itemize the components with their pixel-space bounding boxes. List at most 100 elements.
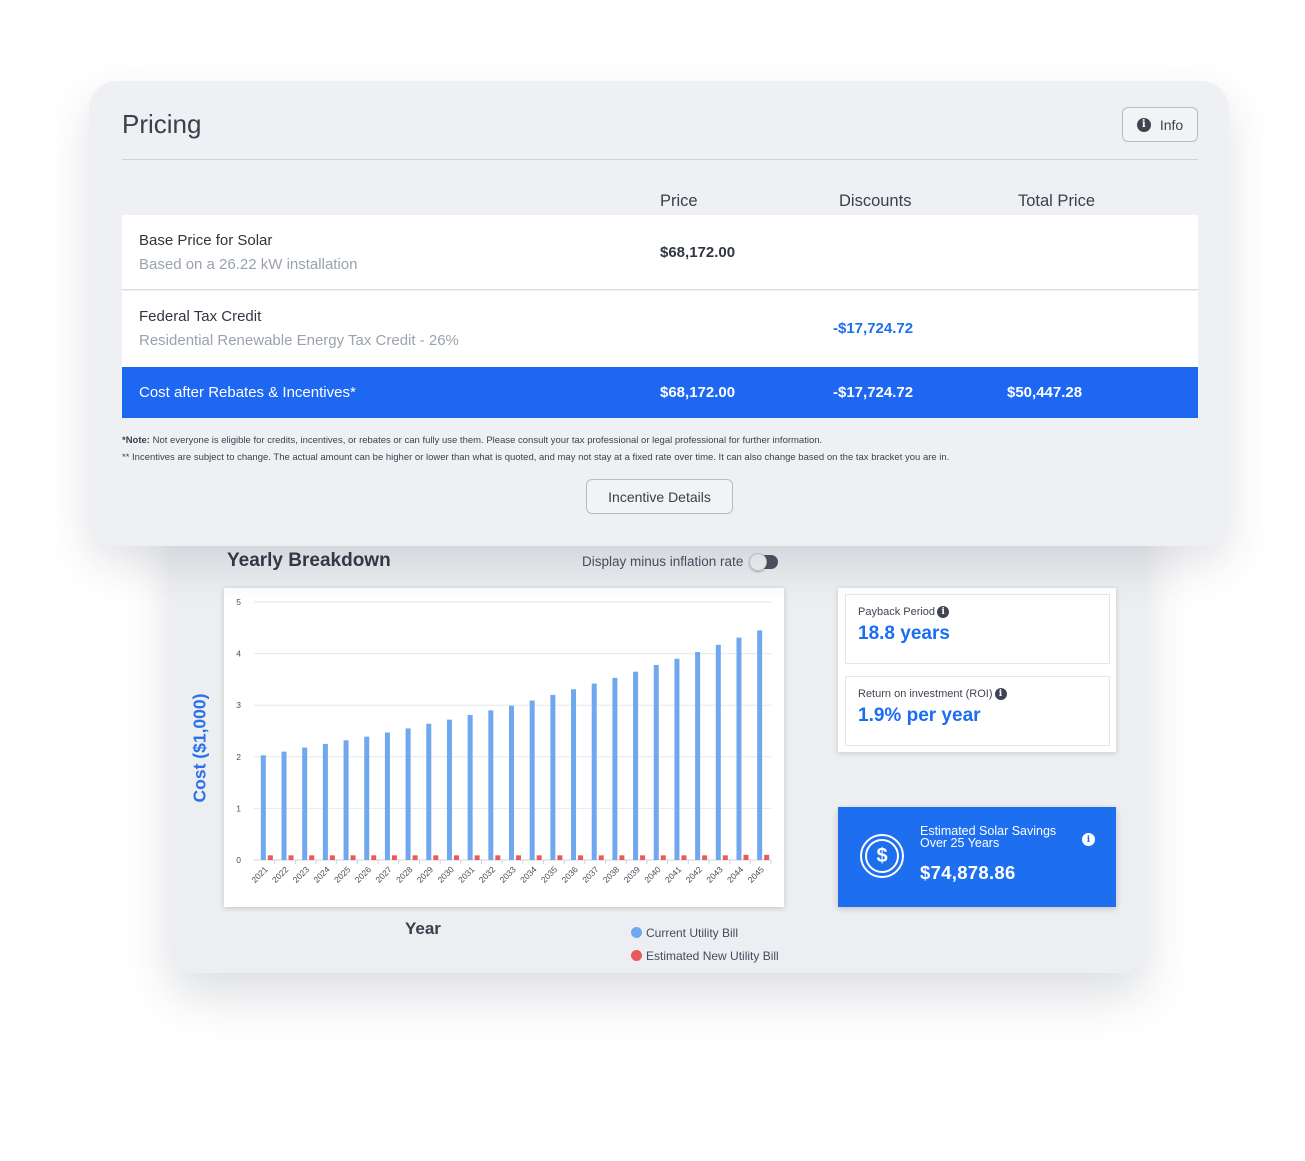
metrics-panel: Payback Period i 18.8 years Return on in…: [838, 588, 1116, 752]
bar-current-bill: [322, 743, 328, 860]
column-header-discounts: Discounts: [839, 192, 912, 210]
x-tick-label: 2036: [560, 864, 581, 885]
pricing-card: Pricing i Info Price Discounts Total Pri…: [89, 81, 1229, 546]
column-header-price: Price: [660, 192, 698, 210]
x-tick-label: 2043: [704, 864, 725, 885]
x-tick-label: 2026: [353, 864, 374, 885]
note-eligibility-text: Not everyone is eligible for credits, in…: [149, 435, 823, 446]
bar-new-bill: [764, 854, 770, 860]
y-axis-label-text: Cost ($1,000): [189, 693, 210, 803]
y-tick-label: 2: [236, 752, 241, 762]
bar-new-bill: [453, 855, 459, 860]
title-divider: [122, 159, 1198, 160]
bar-current-bill: [653, 664, 659, 860]
incentive-details-button[interactable]: Incentive Details: [586, 479, 733, 514]
inflation-toggle[interactable]: [749, 552, 779, 571]
bar-current-bill: [695, 652, 701, 860]
x-tick-label: 2031: [456, 864, 477, 885]
legend-label-current: Current Utility Bill: [646, 925, 739, 940]
x-tick-label: 2022: [270, 864, 291, 885]
info-button-label: Info: [1159, 116, 1184, 133]
dollar-symbol: $: [865, 839, 899, 873]
solar-savings-card: $ Estimated Solar Savings Over 25 Years …: [838, 807, 1116, 907]
column-header-total: Total Price: [1018, 192, 1096, 210]
x-tick-label: 2032: [477, 864, 498, 885]
info-button[interactable]: i Info: [1122, 107, 1198, 142]
bar-new-bill: [412, 855, 418, 860]
chart-panel: 0 1 2 3 4 5 2021 2022 2023 2024 2025 2026 2027 2028 20…: [224, 588, 784, 907]
x-tick-label: 2029: [415, 864, 436, 885]
bar-current-bill: [736, 637, 742, 860]
bar-new-bill: [391, 855, 397, 860]
x-axis-label: Year: [405, 919, 441, 938]
row-title: Federal Tax Credit: [139, 308, 262, 325]
legend-item-current[interactable]: Current Utility Bill: [631, 921, 779, 944]
x-tick-label: 2042: [684, 864, 705, 885]
x-tick-label: 2035: [539, 864, 560, 885]
yearly-breakdown-title: Yearly Breakdown: [227, 550, 391, 571]
info-icon: i: [1136, 117, 1151, 132]
legend-label-new: Estimated New Utility Bill: [646, 948, 779, 963]
bar-current-bill: [281, 751, 287, 860]
roi-label-row: Return on investment (ROI) i: [858, 688, 1109, 700]
bar-new-bill: [722, 855, 728, 860]
bar-new-bill: [288, 855, 294, 860]
total-row-discount: -$17,724.72: [833, 384, 914, 401]
bar-current-bill: [550, 694, 556, 860]
bar-new-bill: [660, 855, 666, 860]
x-tick-label: 2023: [291, 864, 312, 885]
bar-current-bill: [405, 728, 411, 860]
legend-dot-new: [631, 950, 642, 961]
note-incentives: ** Incentives are subject to change. The…: [122, 452, 950, 463]
bar-current-bill: [757, 630, 763, 860]
x-tick-label: 2027: [373, 864, 394, 885]
row-price: $68,172.00: [660, 244, 736, 261]
bar-new-bill: [309, 855, 315, 860]
bar-new-bill: [516, 855, 521, 860]
x-tick-label: 2024: [311, 864, 332, 885]
x-tick-label: 2021: [249, 864, 270, 885]
bar-current-bill: [426, 723, 432, 860]
bar-current-bill: [529, 700, 535, 860]
row-discount: -$17,724.72: [833, 320, 914, 337]
bar-current-bill: [260, 755, 266, 860]
x-tick-label: 2044: [725, 864, 746, 885]
roi-label: Return on investment (ROI): [858, 688, 993, 700]
row-title: Base Price for Solar: [139, 232, 273, 249]
bar-current-bill: [715, 644, 721, 860]
x-tick-label: 2041: [663, 864, 684, 885]
bar-new-bill: [681, 855, 687, 860]
x-tick-label: 2040: [642, 864, 663, 885]
bar-current-bill: [467, 715, 473, 860]
table-row: Federal Tax Credit Residential Renewable…: [122, 291, 1198, 367]
info-icon[interactable]: i: [1082, 833, 1095, 846]
payback-period-value: 18.8 years: [858, 623, 950, 644]
bar-new-bill: [371, 855, 377, 860]
x-tick-label: 2037: [580, 864, 601, 885]
legend-dot-current: [631, 927, 642, 938]
bar-new-bill: [557, 855, 563, 860]
info-icon[interactable]: i: [994, 688, 1007, 700]
toggle-knob: [749, 552, 768, 571]
total-row-price: $68,172.00: [660, 384, 736, 401]
bar-current-bill: [612, 677, 618, 860]
bar-new-bill: [350, 855, 356, 860]
bar-new-bill: [578, 855, 584, 860]
total-row: Cost after Rebates & Incentives* $68,172…: [122, 367, 1198, 418]
legend-item-new[interactable]: Estimated New Utility Bill: [631, 944, 779, 967]
bar-current-bill: [633, 671, 639, 860]
x-tick-label: 2025: [332, 864, 353, 885]
solar-savings-label-line-2: Over 25 Years: [920, 836, 1000, 850]
bar-new-bill: [743, 854, 749, 860]
x-tick-label: 2045: [746, 864, 767, 885]
bar-current-bill: [364, 736, 370, 860]
bar-current-bill: [591, 683, 597, 860]
y-tick-label: 0: [236, 855, 241, 865]
bar-current-bill: [384, 732, 390, 860]
bar-current-bill: [571, 689, 577, 860]
info-icon[interactable]: i: [937, 606, 950, 618]
bar-current-bill: [343, 740, 349, 860]
solar-savings-value: $74,878.86: [920, 862, 1016, 883]
payback-period-label: Payback Period: [858, 606, 936, 618]
bar-current-bill: [488, 710, 494, 860]
